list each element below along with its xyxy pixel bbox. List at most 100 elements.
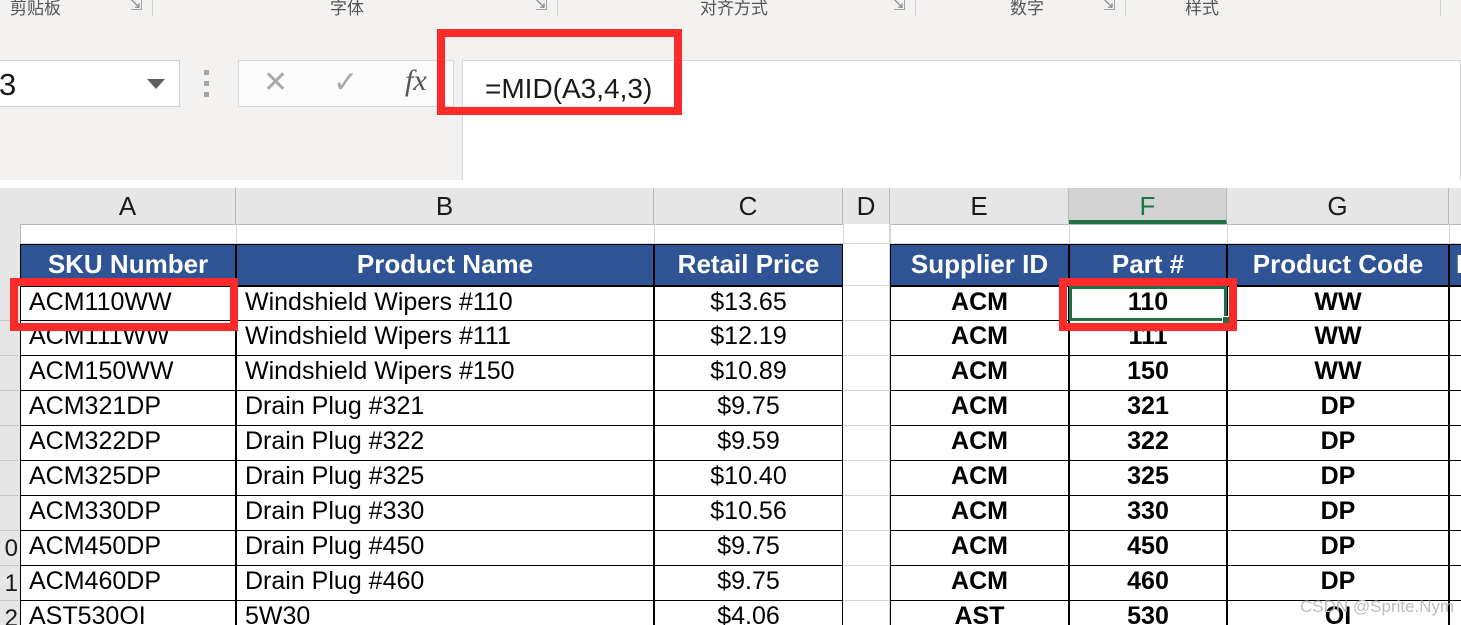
- table-cell-clipped[interactable]: [1449, 426, 1461, 461]
- table-cell-part[interactable]: 150: [1069, 356, 1227, 391]
- table-cell-sku[interactable]: ACM110WW: [20, 286, 236, 321]
- table-header-cell-clipped[interactable]: N: [1449, 244, 1461, 286]
- table-cell-part[interactable]: 325: [1069, 461, 1227, 496]
- table-cell-clipped[interactable]: [1449, 321, 1461, 356]
- cancel-icon[interactable]: ✕: [263, 65, 288, 100]
- table-cell-product[interactable]: Drain Plug #325: [236, 461, 654, 496]
- table-cell-product[interactable]: Drain Plug #321: [236, 391, 654, 426]
- table-cell-clipped[interactable]: [1449, 566, 1461, 601]
- table-cell-price[interactable]: $10.56: [654, 496, 843, 531]
- empty-cell[interactable]: [843, 566, 890, 601]
- table-cell-supplier[interactable]: ACM: [890, 391, 1069, 426]
- column-header-g[interactable]: G: [1227, 188, 1449, 224]
- table-cell-supplier[interactable]: ACM: [890, 356, 1069, 391]
- enter-icon[interactable]: ✓: [333, 65, 358, 100]
- empty-cell[interactable]: [843, 286, 890, 321]
- table-cell-product[interactable]: Drain Plug #330: [236, 496, 654, 531]
- table-header-cell[interactable]: Retail Price: [654, 244, 843, 286]
- empty-cell[interactable]: [843, 601, 890, 625]
- table-cell-supplier[interactable]: ACM: [890, 286, 1069, 321]
- table-cell-product[interactable]: 5W30: [236, 601, 654, 625]
- table-cell-price[interactable]: $4.06: [654, 601, 843, 625]
- row-header[interactable]: [0, 286, 20, 321]
- row-header[interactable]: [0, 461, 20, 496]
- table-cell-product[interactable]: Drain Plug #450: [236, 531, 654, 566]
- table-cell-price[interactable]: $9.75: [654, 531, 843, 566]
- table-cell-clipped[interactable]: [1449, 531, 1461, 566]
- table-cell-code[interactable]: DP: [1227, 531, 1449, 566]
- column-header-c[interactable]: C: [654, 188, 843, 224]
- table-cell-sku[interactable]: ACM325DP: [20, 461, 236, 496]
- table-cell-price[interactable]: $10.40: [654, 461, 843, 496]
- table-cell-supplier[interactable]: ACM: [890, 531, 1069, 566]
- table-cell-clipped[interactable]: [1449, 286, 1461, 321]
- table-cell-sku[interactable]: ACM111WW: [20, 321, 236, 356]
- table-cell-supplier[interactable]: ACM: [890, 461, 1069, 496]
- table-header-cell[interactable]: Supplier ID: [890, 244, 1069, 286]
- formula-input[interactable]: =MID(A3,4,3): [462, 60, 1461, 120]
- table-cell-code[interactable]: OI: [1227, 601, 1449, 625]
- table-cell-part[interactable]: 460: [1069, 566, 1227, 601]
- table-cell-code[interactable]: DP: [1227, 461, 1449, 496]
- dialog-launcher-icon[interactable]: ⇲: [130, 0, 143, 14]
- table-cell-price[interactable]: $9.59: [654, 426, 843, 461]
- column-header-d[interactable]: D: [843, 188, 890, 224]
- table-cell-code[interactable]: DP: [1227, 426, 1449, 461]
- table-cell-part[interactable]: 111: [1069, 321, 1227, 356]
- empty-cell[interactable]: [843, 496, 890, 531]
- empty-cell[interactable]: [843, 356, 890, 391]
- row-header[interactable]: [0, 356, 20, 391]
- name-box[interactable]: 3: [0, 60, 180, 107]
- column-header-a[interactable]: A: [20, 188, 236, 224]
- table-cell-sku[interactable]: ACM330DP: [20, 496, 236, 531]
- row-header[interactable]: [0, 391, 20, 426]
- table-cell-code[interactable]: DP: [1227, 566, 1449, 601]
- table-cell-product[interactable]: Drain Plug #322: [236, 426, 654, 461]
- table-cell-part[interactable]: 450: [1069, 531, 1227, 566]
- table-cell-price[interactable]: $9.75: [654, 391, 843, 426]
- table-cell-sku[interactable]: AST530OI: [20, 601, 236, 625]
- table-cell-sku[interactable]: ACM460DP: [20, 566, 236, 601]
- table-cell-supplier[interactable]: ACM: [890, 496, 1069, 531]
- table-cell-supplier[interactable]: ACM: [890, 566, 1069, 601]
- table-cell-price[interactable]: $9.75: [654, 566, 843, 601]
- table-header-cell[interactable]: Product Code: [1227, 244, 1449, 286]
- table-header-cell[interactable]: Part #: [1069, 244, 1227, 286]
- table-cell-code[interactable]: WW: [1227, 356, 1449, 391]
- table-cell-part[interactable]: 330: [1069, 496, 1227, 531]
- table-cell-code[interactable]: WW: [1227, 321, 1449, 356]
- table-cell-sku[interactable]: ACM150WW: [20, 356, 236, 391]
- row-header[interactable]: [0, 321, 20, 356]
- column-header-f[interactable]: F: [1069, 188, 1227, 224]
- table-cell-product[interactable]: Windshield Wipers #111: [236, 321, 654, 356]
- table-cell-part[interactable]: 110: [1069, 286, 1227, 321]
- table-cell-sku[interactable]: ACM322DP: [20, 426, 236, 461]
- table-header-cell[interactable]: Product Name: [236, 244, 654, 286]
- table-cell-clipped[interactable]: [1449, 496, 1461, 531]
- table-cell-price[interactable]: $12.19: [654, 321, 843, 356]
- table-cell-price[interactable]: $13.65: [654, 286, 843, 321]
- table-cell-clipped[interactable]: [1449, 391, 1461, 426]
- row-header[interactable]: [0, 496, 20, 531]
- empty-cell[interactable]: [843, 461, 890, 496]
- table-cell-price[interactable]: $10.89: [654, 356, 843, 391]
- table-cell-clipped[interactable]: [1449, 356, 1461, 391]
- table-cell-sku[interactable]: ACM321DP: [20, 391, 236, 426]
- empty-cell[interactable]: [843, 321, 890, 356]
- table-cell-code[interactable]: WW: [1227, 286, 1449, 321]
- table-cell-product[interactable]: Windshield Wipers #110: [236, 286, 654, 321]
- dialog-launcher-icon[interactable]: ⇲: [535, 0, 548, 14]
- chevron-down-icon[interactable]: [147, 79, 165, 89]
- table-cell-code[interactable]: DP: [1227, 391, 1449, 426]
- table-header-cell[interactable]: SKU Number: [20, 244, 236, 286]
- column-header-b[interactable]: B: [236, 188, 654, 224]
- column-header-e[interactable]: E: [890, 188, 1069, 224]
- table-cell-product[interactable]: Drain Plug #460: [236, 566, 654, 601]
- empty-cell[interactable]: [843, 224, 890, 244]
- function-icon[interactable]: fx: [405, 64, 427, 98]
- table-cell-supplier[interactable]: ACM: [890, 321, 1069, 356]
- dialog-launcher-icon[interactable]: ⇲: [893, 0, 906, 14]
- table-cell-clipped[interactable]: [1449, 461, 1461, 496]
- table-cell-part[interactable]: 530: [1069, 601, 1227, 625]
- empty-cell[interactable]: [843, 531, 890, 566]
